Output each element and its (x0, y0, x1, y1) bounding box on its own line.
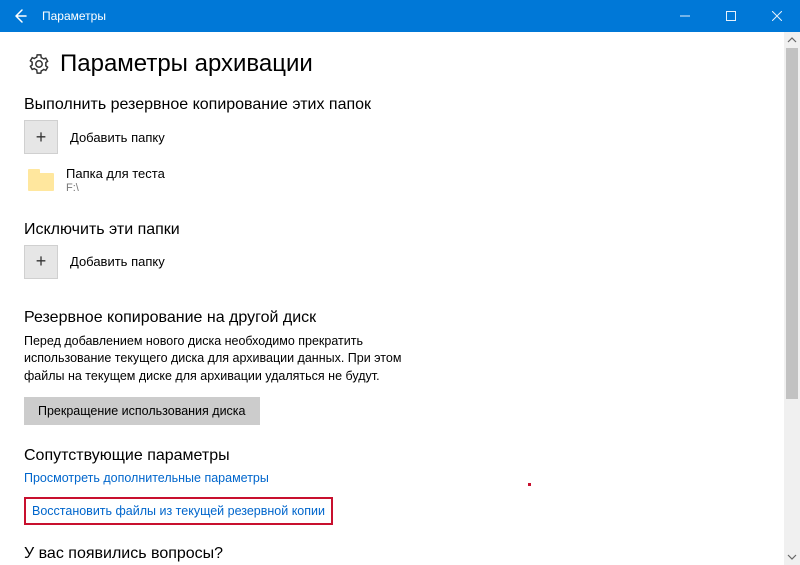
scroll-up-button[interactable] (784, 32, 800, 48)
annotation-dot (528, 483, 531, 486)
related-heading: Сопутствующие параметры (24, 447, 776, 465)
scroll-down-button[interactable] (784, 549, 800, 565)
link-restore-files[interactable]: Восстановить файлы из текущей резервной … (24, 497, 333, 525)
back-button[interactable] (0, 0, 40, 32)
folder-icon (28, 169, 54, 191)
page-title: Параметры архивации (60, 50, 313, 78)
gear-icon (28, 53, 50, 75)
folder-path: F:\ (66, 182, 165, 195)
page-header: Параметры архивации (28, 50, 776, 78)
backup-folders-heading: Выполнить резервное копирование этих пап… (24, 96, 776, 114)
link-advanced-settings[interactable]: Просмотреть дополнительные параметры (24, 471, 776, 485)
folder-text: Папка для теста F:\ (66, 166, 165, 195)
content-area: Параметры архивации Выполнить резервное … (0, 32, 800, 565)
add-backup-folder-button[interactable]: + Добавить папку (24, 120, 776, 154)
minimize-icon (680, 11, 690, 21)
plus-icon: + (24, 245, 58, 279)
stop-using-drive-button[interactable]: Прекращение использования диска (24, 397, 260, 425)
add-exclude-folder-label: Добавить папку (70, 254, 165, 269)
other-drive-body: Перед добавлением нового диска необходим… (24, 333, 424, 386)
add-exclude-folder-button[interactable]: + Добавить папку (24, 245, 776, 279)
window-controls (662, 0, 800, 32)
scroll-track[interactable] (784, 48, 800, 549)
help-heading: У вас появились вопросы? (24, 545, 776, 563)
folder-name: Папка для теста (66, 166, 165, 182)
chevron-up-icon (787, 35, 797, 45)
plus-icon: + (24, 120, 58, 154)
close-icon (772, 11, 782, 21)
add-backup-folder-label: Добавить папку (70, 130, 165, 145)
backup-folder-item[interactable]: Папка для теста F:\ (28, 166, 776, 195)
other-drive-heading: Резервное копирование на другой диск (24, 309, 776, 327)
arrow-left-icon (12, 8, 28, 24)
title-bar: Параметры (0, 0, 800, 32)
close-button[interactable] (754, 0, 800, 32)
window-title: Параметры (42, 9, 662, 23)
chevron-down-icon (787, 552, 797, 562)
scroll-content: Параметры архивации Выполнить резервное … (0, 32, 800, 565)
exclude-folders-heading: Исключить эти папки (24, 221, 776, 239)
minimize-button[interactable] (662, 0, 708, 32)
maximize-icon (726, 11, 736, 21)
maximize-button[interactable] (708, 0, 754, 32)
scroll-thumb[interactable] (786, 48, 798, 399)
vertical-scrollbar[interactable] (784, 32, 800, 565)
